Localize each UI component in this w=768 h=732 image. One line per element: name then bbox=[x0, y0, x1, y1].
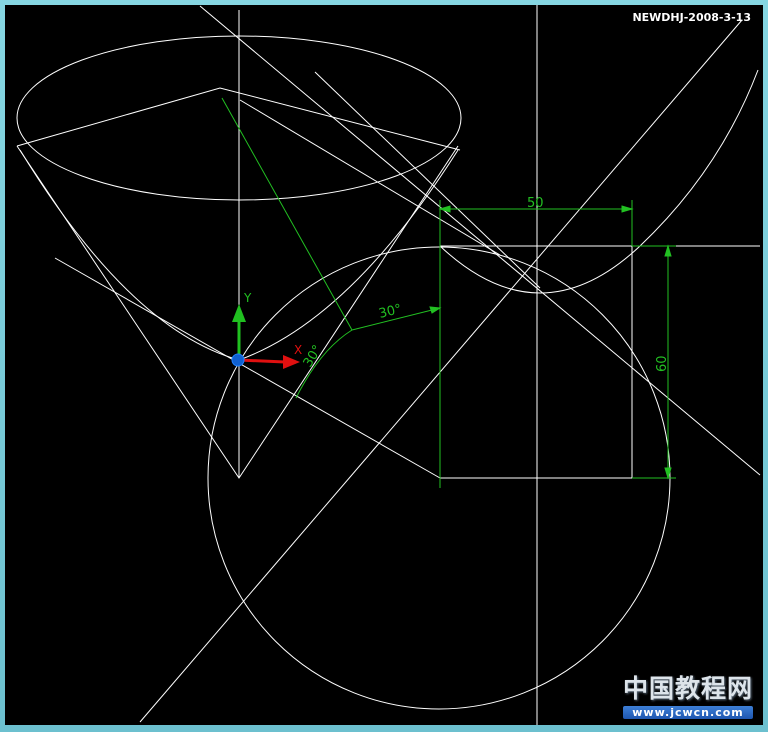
ucs-y-label: Y bbox=[243, 291, 252, 305]
dim-label-angle-1: 30° bbox=[301, 343, 326, 370]
dim-arrow-right bbox=[621, 205, 634, 213]
construction-line-diagonal-2 bbox=[139, 19, 743, 723]
green-diagonal bbox=[221, 97, 353, 331]
ucs-x-label: X bbox=[294, 343, 302, 357]
construction-line-diagonal-1 bbox=[199, 5, 761, 476]
right-curve bbox=[439, 69, 759, 294]
watermark-url: www.jcwcn.com bbox=[622, 706, 753, 719]
window-frame: 50 60 30° 30° Y X NEWDHJ-2008-3-13 中国教程网… bbox=[0, 0, 768, 732]
drawing-date-stamp: NEWDHJ-2008-3-13 bbox=[632, 11, 751, 24]
watermark-logo: 中国教程网 www.jcwcn.com bbox=[622, 669, 753, 719]
dim-label-height: 60 bbox=[655, 355, 670, 372]
dim-label-angle-2: 30° bbox=[377, 302, 403, 322]
dim-arrow-up bbox=[664, 244, 672, 257]
angle-arrow-2 bbox=[429, 306, 442, 314]
cad-drawing-canvas[interactable]: 50 60 30° 30° Y X NEWDHJ-2008-3-13 中国教程网… bbox=[5, 5, 763, 725]
drawing-svg: 50 60 30° 30° Y X bbox=[16, 5, 761, 725]
dim-label-width: 50 bbox=[527, 196, 544, 211]
watermark-chinese: 中国教程网 bbox=[622, 674, 753, 703]
ucs-icon: Y X bbox=[231, 291, 302, 369]
rectangle-50x60 bbox=[439, 245, 633, 479]
construction-line-3 bbox=[314, 71, 541, 289]
